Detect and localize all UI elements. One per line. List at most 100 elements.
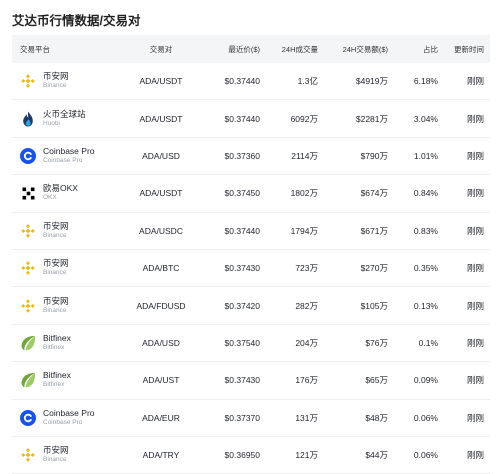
amount-cell: $48万 bbox=[365, 412, 388, 423]
table-row[interactable]: Coinbase Pro Coinbase Pro ADA/USD $0.373… bbox=[12, 138, 490, 176]
table-row[interactable]: 币安网 Binance ADA/BTC $0.37430 723万 $270万 … bbox=[12, 250, 490, 288]
share-cell: 1.01% bbox=[413, 150, 438, 161]
amount-cell: $674万 bbox=[360, 188, 388, 199]
exchange-cell[interactable]: 币安网 Binance bbox=[12, 445, 122, 465]
exchange-subname: Binance bbox=[43, 306, 67, 314]
table-row[interactable]: 欧易OKX OKX ADA/USDT $0.37450 1802万 $674万 … bbox=[12, 175, 490, 213]
header-amount: 24H交易额($) bbox=[342, 44, 388, 54]
exchange-name[interactable]: Bitfinex bbox=[43, 333, 71, 343]
pair-cell: ADA/UST bbox=[142, 375, 180, 386]
updated-cell: 刚刚 bbox=[466, 188, 484, 199]
exchange-cell[interactable]: 币安网 Binance bbox=[12, 258, 122, 278]
price-cell: $0.37370 bbox=[224, 412, 260, 423]
exchange-name[interactable]: 币安网 bbox=[43, 445, 69, 455]
exchange-name[interactable]: Bitfinex bbox=[43, 370, 71, 380]
exchange-cell[interactable]: 币安网 Binance bbox=[12, 221, 122, 241]
table-row[interactable]: Bitfinex Bitfinex ADA/UST $0.37430 176万 … bbox=[12, 362, 490, 400]
exchange-name[interactable]: Coinbase Pro bbox=[43, 408, 95, 418]
huobi-icon bbox=[20, 111, 36, 127]
pair-cell: ADA/USDT bbox=[139, 76, 183, 87]
exchange-name[interactable]: 币安网 bbox=[43, 71, 69, 81]
price-cell: $0.37440 bbox=[224, 76, 260, 87]
bitfinex-icon bbox=[20, 335, 36, 351]
volume-cell: 2114万 bbox=[291, 150, 318, 161]
table-row[interactable]: Coinbase Pro Coinbase Pro ADA/EUR $0.373… bbox=[12, 400, 490, 437]
exchange-cell[interactable]: Bitfinex Bitfinex bbox=[12, 333, 122, 353]
updated-cell: 刚刚 bbox=[466, 76, 484, 87]
page-title: 艾达币行情数据/交易对 bbox=[12, 14, 141, 28]
pair-cell: ADA/USD bbox=[142, 337, 180, 348]
updated-cell: 刚刚 bbox=[466, 225, 484, 236]
exchange-name[interactable]: 火币全球站 bbox=[43, 109, 86, 119]
exchange-cell[interactable]: 币安网 Binance bbox=[12, 71, 122, 91]
header-exchange: 交易平台 bbox=[20, 44, 50, 54]
share-cell: 0.83% bbox=[413, 225, 438, 236]
exchange-name[interactable]: 币安网 bbox=[43, 221, 69, 231]
binance-icon bbox=[20, 298, 36, 314]
table-row[interactable]: 币安网 Binance ADA/USDC $0.37440 1794万 $671… bbox=[12, 213, 490, 250]
table-row[interactable]: 币安网 Binance ADA/TRY $0.36950 121万 $44万 0… bbox=[12, 437, 490, 474]
exchange-name[interactable]: 币安网 bbox=[43, 296, 69, 306]
exchange-name[interactable]: 币安网 bbox=[43, 258, 69, 268]
exchange-cell[interactable]: 币安网 Binance bbox=[12, 296, 122, 316]
share-cell: 0.13% bbox=[413, 300, 438, 311]
pair-cell: ADA/BTC bbox=[142, 263, 180, 274]
pair-cell: ADA/USD bbox=[142, 150, 180, 161]
price-cell: $0.37440 bbox=[224, 113, 260, 124]
price-cell: $0.37360 bbox=[224, 150, 260, 161]
exchange-subname: Huobi bbox=[43, 119, 60, 127]
header-price: 最近价($) bbox=[228, 44, 260, 54]
exchange-subname: Coinbase Pro bbox=[43, 156, 83, 164]
volume-cell: 1794万 bbox=[290, 225, 318, 236]
exchange-name[interactable]: Coinbase Pro bbox=[43, 146, 95, 156]
table-row[interactable]: Bitfinex Bitfinex ADA/USD $0.37540 204万 … bbox=[12, 325, 490, 363]
pair-cell: ADA/FDUSD bbox=[136, 300, 186, 311]
amount-cell: $790万 bbox=[360, 150, 388, 161]
volume-cell: 6092万 bbox=[290, 113, 318, 124]
price-cell: $0.36950 bbox=[224, 450, 260, 461]
table-row[interactable]: 币安网 Binance ADA/FDUSD $0.37420 282万 $105… bbox=[12, 287, 490, 325]
updated-cell: 刚刚 bbox=[466, 412, 484, 423]
exchange-subname: Coinbase Pro bbox=[43, 418, 83, 426]
amount-cell: $4919万 bbox=[355, 76, 388, 87]
exchange-cell[interactable]: 火币全球站 Huobi bbox=[12, 109, 122, 129]
share-cell: 0.35% bbox=[413, 263, 438, 274]
coinbase-icon bbox=[20, 409, 36, 426]
share-cell: 0.06% bbox=[413, 412, 438, 423]
exchange-subname: Binance bbox=[43, 82, 67, 90]
price-cell: $0.37450 bbox=[224, 188, 260, 199]
volume-cell: 176万 bbox=[295, 375, 318, 386]
table-row[interactable]: 币安网 Binance ADA/USDT $0.37440 1.3亿 $4919… bbox=[12, 63, 490, 101]
share-cell: 3.04% bbox=[413, 113, 438, 124]
share-cell: 0.06% bbox=[413, 450, 438, 461]
amount-cell: $105万 bbox=[360, 300, 388, 311]
table-row[interactable]: 火币全球站 Huobi ADA/USDT $0.37440 6092万 $228… bbox=[12, 100, 490, 138]
exchange-subname: Bitfinex bbox=[43, 381, 65, 389]
exchange-subname: Bitfinex bbox=[43, 343, 65, 351]
header-share: 占比 bbox=[423, 44, 438, 54]
market-pairs-table: 交易平台 交易对 最近价($) 24H成交量 24H交易额($) 占比 更新时间… bbox=[12, 35, 490, 474]
binance-icon bbox=[20, 447, 36, 463]
pair-cell: ADA/TRY bbox=[142, 450, 180, 461]
pair-cell: ADA/USDT bbox=[139, 113, 183, 124]
pair-cell: ADA/USDC bbox=[139, 225, 183, 236]
exchange-subname: Binance bbox=[43, 456, 67, 464]
volume-cell: 1.3亿 bbox=[297, 76, 318, 87]
exchange-name[interactable]: 欧易OKX bbox=[43, 183, 78, 193]
binance-icon bbox=[20, 260, 36, 276]
amount-cell: $671万 bbox=[360, 225, 388, 236]
exchange-cell[interactable]: Coinbase Pro Coinbase Pro bbox=[12, 146, 122, 166]
price-cell: $0.37420 bbox=[224, 300, 260, 311]
share-cell: 6.18% bbox=[413, 76, 438, 87]
header-pair: 交易对 bbox=[149, 44, 173, 54]
updated-cell: 刚刚 bbox=[466, 300, 484, 311]
exchange-cell[interactable]: Bitfinex Bitfinex bbox=[12, 370, 122, 390]
updated-cell: 刚刚 bbox=[466, 263, 484, 274]
volume-cell: 121万 bbox=[295, 450, 318, 461]
exchange-cell[interactable]: Coinbase Pro Coinbase Pro bbox=[12, 408, 122, 428]
price-cell: $0.37430 bbox=[224, 263, 260, 274]
exchange-subname: Binance bbox=[43, 269, 67, 277]
volume-cell: 204万 bbox=[295, 337, 318, 348]
share-cell: 0.84% bbox=[413, 188, 438, 199]
exchange-cell[interactable]: 欧易OKX OKX bbox=[12, 183, 122, 203]
